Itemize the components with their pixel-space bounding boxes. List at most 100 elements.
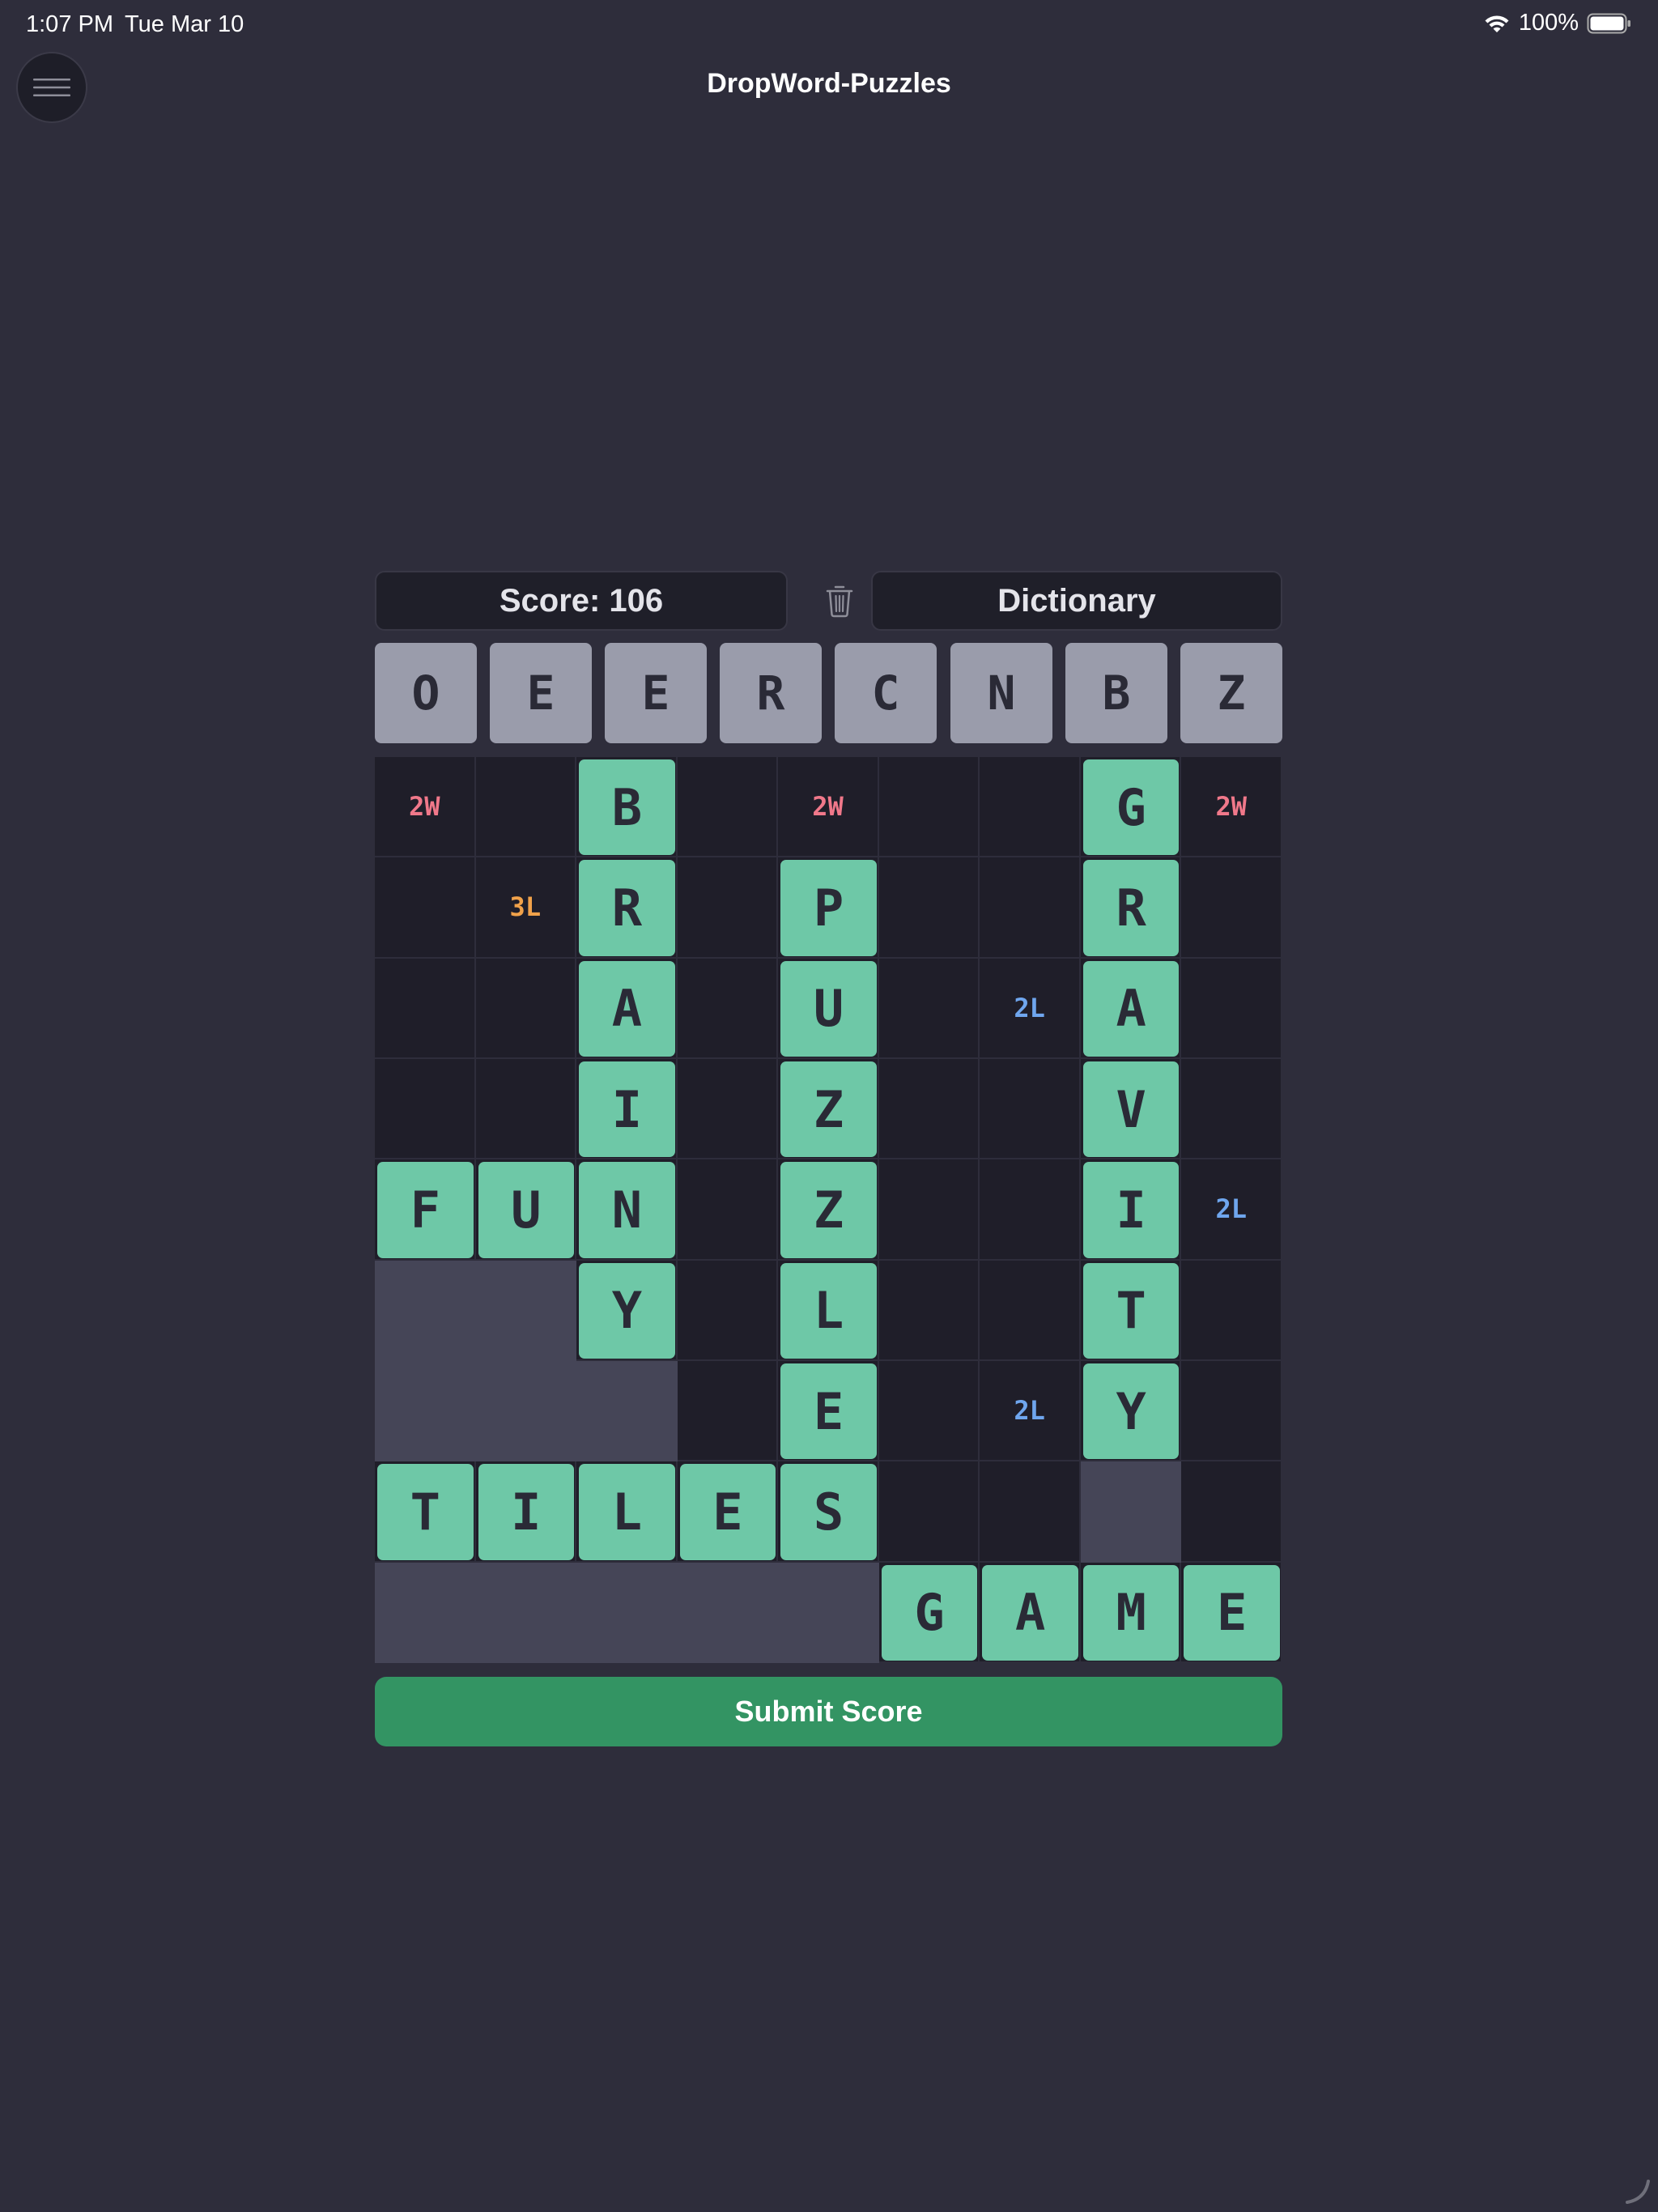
board-tile[interactable]: A xyxy=(1082,960,1180,1057)
bonus-cell: 2L xyxy=(980,1361,1081,1462)
board-tile[interactable]: P xyxy=(780,860,877,956)
board-cell xyxy=(980,1159,1081,1261)
score-display: Score: 106 xyxy=(375,571,788,631)
clear-button[interactable] xyxy=(810,571,869,631)
dictionary-button[interactable]: Dictionary xyxy=(871,571,1282,631)
rack-tile[interactable]: Z xyxy=(1180,643,1282,743)
board-cell xyxy=(1181,1461,1282,1563)
board-tile[interactable]: I xyxy=(579,1061,675,1158)
bonus-cell: 2L xyxy=(980,958,1081,1059)
board-tile[interactable]: G xyxy=(1082,759,1180,856)
bonus-label: 2L xyxy=(1014,1395,1045,1427)
rack-tile[interactable]: R xyxy=(720,643,822,743)
bonus-cell: 3L xyxy=(475,857,577,959)
board-cell xyxy=(878,1059,980,1160)
board-tile[interactable]: I xyxy=(478,1464,575,1560)
board-tile[interactable]: T xyxy=(1082,1262,1180,1359)
rack-tile[interactable]: N xyxy=(950,643,1052,743)
board-cell xyxy=(677,857,779,959)
board-cell xyxy=(375,958,476,1059)
blocked-cell xyxy=(576,1361,678,1462)
blocked-cell xyxy=(778,1562,879,1663)
board-cell xyxy=(980,757,1081,858)
blocked-cell xyxy=(576,1562,678,1663)
board-cell xyxy=(1181,857,1282,959)
board-cell xyxy=(375,857,476,959)
board-cell xyxy=(677,757,779,858)
board-cell xyxy=(980,1260,1081,1361)
board-tile[interactable]: G xyxy=(881,1564,978,1661)
board-cell xyxy=(475,958,577,1059)
board-tile[interactable]: A xyxy=(982,1564,1078,1661)
tile-rack: OEERCNBZ xyxy=(375,643,1282,743)
board-cell xyxy=(878,857,980,959)
bonus-cell: 2W xyxy=(1181,757,1282,858)
board-tile[interactable]: F xyxy=(377,1162,474,1258)
battery-percent: 100% xyxy=(1518,10,1579,36)
board-tile[interactable]: N xyxy=(579,1162,675,1258)
board-tile[interactable]: A xyxy=(579,960,675,1057)
board-tile[interactable]: M xyxy=(1082,1564,1180,1661)
blocked-cell xyxy=(475,1562,577,1663)
blocked-cell xyxy=(375,1361,476,1462)
board-cell xyxy=(878,1159,980,1261)
board-tile[interactable]: L xyxy=(780,1262,877,1359)
board-cell xyxy=(475,1059,577,1160)
bonus-cell: 2L xyxy=(1181,1159,1282,1261)
board-cell xyxy=(1181,1361,1282,1462)
board-cell xyxy=(1181,958,1282,1059)
bonus-label: 2W xyxy=(812,791,844,823)
board-tile[interactable]: E xyxy=(1184,1564,1280,1661)
status-indicators: 100% xyxy=(1483,10,1632,36)
top-controls: Score: 106 Dictionary xyxy=(375,571,1282,631)
blocked-cell xyxy=(375,1260,476,1361)
board-cell xyxy=(878,1361,980,1462)
blocked-cell xyxy=(475,1361,577,1462)
board-tile[interactable]: T xyxy=(377,1464,474,1560)
rack-tile[interactable]: E xyxy=(605,643,707,743)
board-tile[interactable]: V xyxy=(1082,1061,1180,1158)
board-tile[interactable]: S xyxy=(780,1464,877,1560)
board-tile[interactable]: Z xyxy=(780,1061,877,1158)
board-tile[interactable]: Y xyxy=(1082,1363,1180,1460)
bonus-label: 3L xyxy=(509,891,542,923)
board-cell xyxy=(475,757,577,858)
bonus-cell: 2W xyxy=(778,757,879,858)
board-tile[interactable]: L xyxy=(579,1464,675,1560)
blocked-cell xyxy=(677,1562,779,1663)
rack-tile[interactable]: C xyxy=(835,643,937,743)
blocked-cell xyxy=(375,1562,476,1663)
bonus-label: 2W xyxy=(409,791,440,823)
app-title: DropWord-Puzzles xyxy=(707,68,951,99)
board-tile[interactable]: U xyxy=(780,960,877,1057)
blocked-cell xyxy=(475,1260,577,1361)
wifi-icon xyxy=(1485,15,1509,32)
bonus-label: 2L xyxy=(1215,1193,1247,1225)
board-cell xyxy=(1181,1059,1282,1160)
board-tile[interactable]: E xyxy=(679,1464,776,1560)
board-cell xyxy=(677,1159,779,1261)
board-tile[interactable]: Y xyxy=(579,1262,675,1359)
board-tile[interactable]: E xyxy=(780,1363,877,1460)
resize-handle-icon xyxy=(1626,2180,1650,2204)
board-tile[interactable]: R xyxy=(1082,860,1180,956)
board-cell xyxy=(375,1059,476,1160)
board-tile[interactable]: U xyxy=(478,1162,575,1258)
bonus-label: 2W xyxy=(1215,791,1247,823)
rack-tile[interactable]: E xyxy=(490,643,592,743)
board-cell xyxy=(677,958,779,1059)
board-tile[interactable]: B xyxy=(579,759,675,856)
trash-icon xyxy=(826,585,853,618)
board-tile[interactable]: I xyxy=(1082,1162,1180,1258)
board-cell xyxy=(980,1461,1081,1563)
bonus-label: 2L xyxy=(1014,992,1045,1023)
rack-tile[interactable]: B xyxy=(1065,643,1167,743)
board-tile[interactable]: Z xyxy=(780,1162,877,1258)
submit-score-button[interactable]: Submit Score xyxy=(375,1677,1282,1746)
board-cell xyxy=(878,757,980,858)
game-board[interactable]: 2W B 2W G 2W 3L R P R A U 2L A I Z V F U N Z I 2L Y L T E 2L Y T I L E S… xyxy=(375,757,1282,1663)
rack-tile[interactable]: O xyxy=(375,643,477,743)
board-cell xyxy=(677,1260,779,1361)
board-cell xyxy=(677,1059,779,1160)
board-tile[interactable]: R xyxy=(579,860,675,956)
